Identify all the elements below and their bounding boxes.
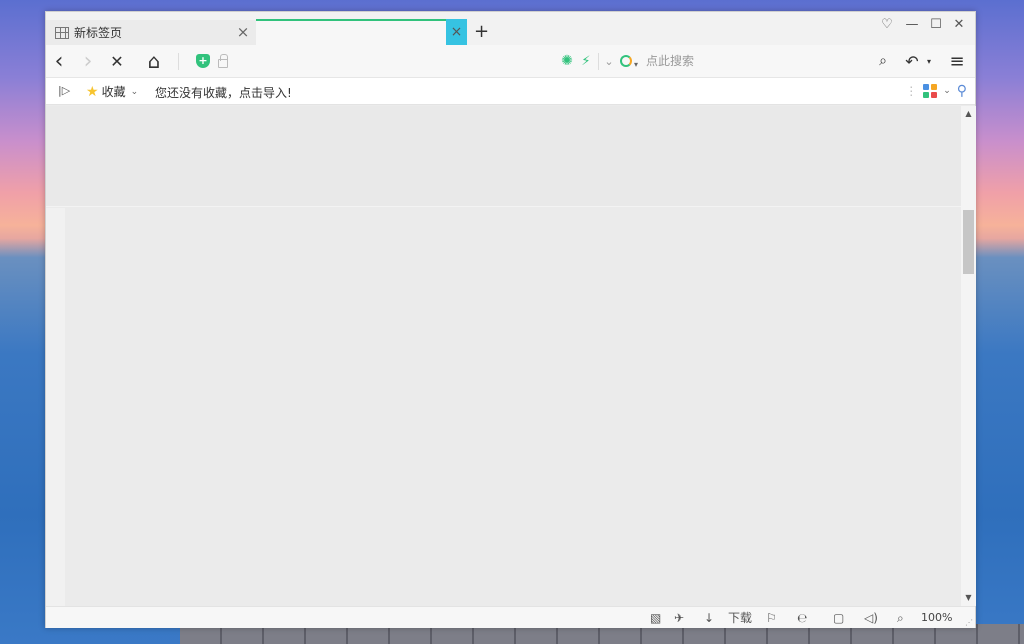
zoom-level[interactable]: 100% <box>921 610 952 626</box>
maximize-button[interactable]: ☐ <box>927 17 945 32</box>
tab-close-icon[interactable]: × <box>446 19 467 45</box>
chevron-down-icon: ⌄ <box>130 86 139 97</box>
image-icon[interactable]: ▧ <box>650 610 661 626</box>
close-window-button[interactable]: ✕ <box>950 17 968 32</box>
bookmarks-bar: |▷ ★ 收藏 ⌄ 您还没有收藏，点击导入! ⋮ ⌄ ⚲ <box>46 78 975 105</box>
search-engine-icon[interactable] <box>620 55 632 67</box>
window-icon[interactable]: ▢ <box>833 610 844 626</box>
zoom-icon[interactable]: ⌕ <box>897 610 904 626</box>
bookmarks-bar-tools: ⋮ ⌄ ⚲ <box>905 83 967 99</box>
status-bar: ▧ ✈ ↓ 下载 ⚐ ℮ ▢ ◁) ⌕ 100% ⋰ <box>46 606 975 628</box>
new-tab-button[interactable]: + <box>474 22 489 42</box>
zoom-search-icon[interactable]: ⚲ <box>957 83 967 99</box>
search-icon[interactable]: ⌕ <box>875 51 891 71</box>
search-input[interactable] <box>646 54 847 68</box>
chevron-down-icon[interactable]: ▾ <box>925 51 933 71</box>
star-icon: ★ <box>86 83 99 100</box>
resize-grip-icon[interactable]: ⋰ <box>965 618 973 627</box>
loading-spinner-icon[interactable]: ✺ <box>559 51 575 71</box>
shield-icon: + <box>196 54 210 68</box>
vertical-scrollbar[interactable]: ▲ ▼ <box>961 106 976 606</box>
undo-close-tab-icon[interactable]: ↶ <box>903 51 921 71</box>
chevron-down-icon[interactable]: ▾ <box>634 60 638 69</box>
main-menu-icon[interactable]: ≡ <box>947 51 967 72</box>
lock-shape <box>218 53 228 68</box>
minimize-button[interactable]: — <box>903 17 921 32</box>
skin-icon[interactable]: ♡ <box>878 17 896 32</box>
sound-icon[interactable]: ◁) <box>864 610 878 626</box>
scrollbar-thumb[interactable] <box>963 210 974 274</box>
forward-button[interactable]: › <box>79 49 97 74</box>
stop-button[interactable]: ✕ <box>107 51 127 71</box>
address-dropdown-icon[interactable]: ⌄ <box>602 51 616 71</box>
tab-strip: 新标签页 × × + ♡ — ☐ ✕ <box>46 12 975 45</box>
grid-page-icon <box>55 26 69 39</box>
browser-window: 新标签页 × × + ♡ — ☐ ✕ ‹ › ✕ ⌂ + ✺ ⚡ ⌄ ▾ 点此搜… <box>45 11 976 628</box>
rocket-icon[interactable]: ✈ <box>674 610 684 626</box>
ie-mode-icon[interactable]: ℮ <box>797 610 807 626</box>
more-dots-icon[interactable]: ⋮ <box>905 84 917 98</box>
security-shield-icon[interactable]: + <box>195 51 211 71</box>
scroll-up-icon[interactable]: ▲ <box>961 108 976 120</box>
chevron-down-icon[interactable]: ⌄ <box>943 86 951 96</box>
apps-grid-icon[interactable] <box>923 84 938 98</box>
lock-icon[interactable] <box>216 51 230 71</box>
content-left-strip <box>46 208 65 606</box>
download-arrow-icon[interactable]: ↓ <box>704 610 714 626</box>
favorites-label: 收藏 <box>101 85 126 99</box>
flag-icon[interactable]: ⚐ <box>766 610 777 626</box>
navigation-toolbar: ‹ › ✕ ⌂ + ✺ ⚡ ⌄ ▾ ⌕ ↶ ▾ ≡ <box>46 45 975 78</box>
accelerate-icon[interactable]: ⚡ <box>578 51 594 71</box>
download-label[interactable]: 下载 <box>728 610 752 626</box>
scroll-down-icon[interactable]: ▼ <box>961 592 976 604</box>
tab-close-icon[interactable]: × <box>236 24 250 40</box>
search-box[interactable]: ▾ <box>620 51 890 71</box>
import-bookmarks-link[interactable]: 您还没有收藏，点击导入! <box>155 84 292 101</box>
back-button[interactable]: ‹ <box>50 49 68 74</box>
tab-new-tab-page[interactable]: 新标签页 × <box>46 20 256 45</box>
home-button[interactable]: ⌂ <box>144 49 164 73</box>
toolbar-divider <box>178 53 179 70</box>
toolbar-divider <box>598 53 599 70</box>
sidebar-toggle-icon[interactable]: |▷ <box>58 84 70 97</box>
tab-loading[interactable] <box>256 19 467 45</box>
favorites-button[interactable]: ★ 收藏 ⌄ <box>86 83 138 100</box>
content-header-area <box>46 106 961 207</box>
tab-title: 新标签页 <box>74 26 123 40</box>
page-content <box>46 106 961 606</box>
